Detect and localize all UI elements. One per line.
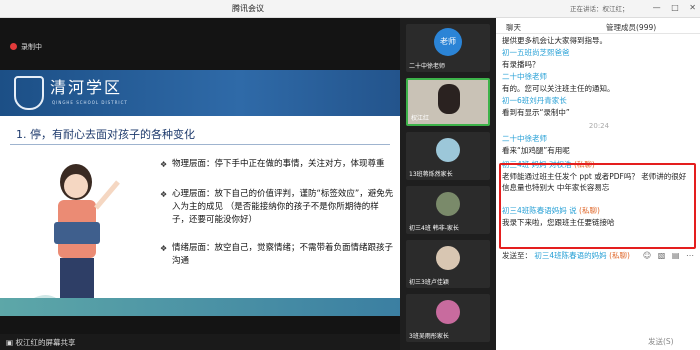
- send-to-selector[interactable]: 发送至： 初三4班陈春语的妈妈 (私聊): [502, 250, 630, 261]
- slide-footer: [0, 298, 400, 316]
- chat-toolbar: ☺ ▧ ▤ ⋯: [639, 251, 694, 260]
- message-text: 看来“加鸡腿”有用呢: [502, 146, 570, 155]
- slide-header: 清河学区 QINGHE SCHOOL DISTRICT: [0, 70, 400, 116]
- sender-name: 二十中徐老师: [502, 72, 547, 81]
- participant-tile[interactable]: 权江红: [406, 78, 490, 126]
- send-to-target[interactable]: 初三4班陈春语的妈妈: [534, 251, 606, 260]
- shared-screen: 录制中 清河学区 QINGHE SCHOOL DISTRICT 1. 停，有耐心…: [0, 18, 400, 350]
- minimize-button[interactable]: —: [653, 3, 661, 12]
- timestamp: 20:24: [588, 122, 610, 130]
- avatar: [436, 246, 460, 270]
- highlight-box: [499, 163, 696, 249]
- participant-tile[interactable]: 初三3班卢佳颖: [406, 240, 490, 288]
- logo-subtext: QINGHE SCHOOL DISTRICT: [52, 100, 128, 105]
- chat-tabs: 聊天 管理成员(999): [496, 18, 700, 34]
- participant-name: 二十中徐老师: [409, 63, 446, 70]
- share-icon: ▣: [6, 338, 14, 347]
- school-logo-icon: [14, 76, 44, 110]
- bullet-psychological: 心理层面：放下自己的价值评判，谨防“标签效应”，避免先入为主的成见 （是否能接纳…: [160, 188, 394, 227]
- title-bar: 腾讯会议: [0, 0, 496, 18]
- avatar: [436, 138, 460, 162]
- more-icon[interactable]: ⋯: [686, 251, 694, 260]
- participant-tile[interactable]: 13班蒋烁然家长: [406, 132, 490, 180]
- slide-heading: 1. 停，有耐心去面对孩子的各种变化: [16, 128, 195, 141]
- send-to-label: 发送至：: [502, 251, 532, 260]
- record-dot-icon: [10, 43, 17, 50]
- sender-name: 初一6班刘丹青家长: [502, 96, 567, 105]
- participant-tile[interactable]: 3班吴雨彤家长: [406, 294, 490, 342]
- file-icon[interactable]: ▤: [672, 251, 680, 260]
- participant-name: 3班吴雨彤家长: [409, 333, 449, 340]
- message-text: 有录播吗？: [502, 60, 540, 69]
- emoji-icon[interactable]: ☺: [643, 251, 651, 260]
- participant-name: 初三4班 韩非-家长: [409, 225, 459, 232]
- tab-members[interactable]: 管理成员(999): [606, 22, 656, 33]
- participant-name: 13班蒋烁然家长: [409, 171, 453, 178]
- sender-name: 初一五班尚芝熙爸爸: [502, 48, 570, 57]
- bullet-physical: 物理层面：停下手中正在做的事情，关注对方，体现尊重: [160, 158, 394, 171]
- avatar: [438, 84, 460, 114]
- close-button[interactable]: ✕: [689, 3, 696, 12]
- participant-tile[interactable]: 初三4班 韩非-家长: [406, 186, 490, 234]
- participant-name: 初三3班卢佳颖: [409, 279, 449, 286]
- teacher-illustration: [18, 164, 120, 310]
- bullet-emotional: 情绪层面：放空自己，觉察情绪；不需带着负面情绪跟孩子沟通: [160, 242, 394, 268]
- chat-title-bar: 正在讲话：权江红； — □ ✕: [496, 0, 700, 18]
- recording-label: 录制中: [21, 43, 42, 51]
- window-title: 腾讯会议: [232, 4, 264, 13]
- message-text: 有的。您可以关注班主任的通知。: [502, 84, 615, 93]
- maximize-button[interactable]: □: [671, 3, 679, 12]
- divider: [10, 144, 390, 145]
- avatar: [436, 192, 460, 216]
- message-text: 看到有显示“录制中”: [502, 108, 570, 117]
- speaking-notice: 正在讲话：权江红；: [570, 5, 629, 13]
- presentation-slide: 清河学区 QINGHE SCHOOL DISTRICT 1. 停，有耐心去面对孩…: [0, 70, 400, 316]
- participant-name: 权江红: [411, 115, 430, 122]
- message-text: 提供更多机会让大家得到指导。: [502, 36, 607, 45]
- sender-name: 二十中徐老师: [502, 134, 547, 143]
- share-label: 权江红的屏幕共享: [15, 338, 76, 347]
- participant-tile[interactable]: 老师 二十中徐老师: [406, 24, 490, 72]
- tab-chat[interactable]: 聊天: [506, 22, 521, 33]
- image-icon[interactable]: ▧: [658, 251, 666, 260]
- participant-list: 老师 二十中徐老师 权江红 13班蒋烁然家长 初三4班 韩非-家长 初三3班卢佳…: [400, 18, 496, 350]
- recording-indicator: 录制中: [10, 42, 42, 52]
- window-buttons: — □ ✕: [645, 3, 696, 12]
- avatar: [436, 300, 460, 324]
- private-tag: (私聊): [609, 251, 630, 260]
- message-input[interactable]: [500, 262, 696, 326]
- logo-text: 清河学区: [50, 78, 123, 97]
- screen-share-bar: ▣ 权江红的屏幕共享: [0, 334, 400, 350]
- send-button[interactable]: 发送(S): [648, 336, 674, 347]
- avatar: 老师: [434, 28, 462, 56]
